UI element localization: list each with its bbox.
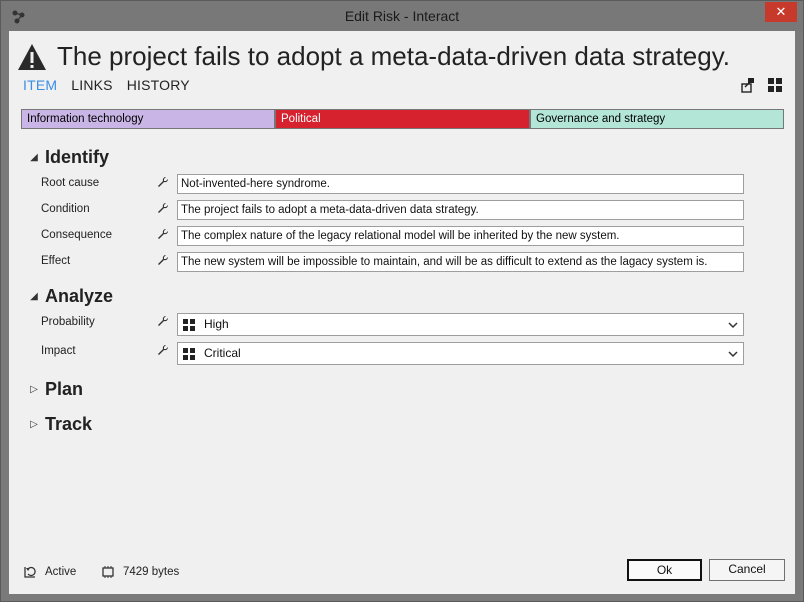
field-probability: Probability High bbox=[41, 313, 753, 336]
field-label: Effect bbox=[41, 255, 71, 267]
window-title: Edit Risk - Interact bbox=[344, 8, 460, 24]
grid-icon[interactable] bbox=[767, 77, 783, 93]
wrench-icon[interactable] bbox=[157, 344, 169, 356]
status-active: Active bbox=[23, 565, 76, 579]
ok-button[interactable]: Ok bbox=[627, 559, 702, 581]
field-label: Impact bbox=[41, 345, 76, 357]
edit-risk-window: Edit Risk - Interact ✕ The project fails… bbox=[0, 0, 804, 602]
export-icon[interactable] bbox=[739, 77, 755, 93]
probability-value: High bbox=[204, 317, 229, 331]
title-bar[interactable]: Edit Risk - Interact ✕ bbox=[1, 1, 803, 31]
field-label: Root cause bbox=[41, 177, 100, 189]
warning-icon bbox=[18, 44, 46, 70]
expand-triangle-icon: ▷ bbox=[30, 419, 38, 430]
section-title: Identify bbox=[45, 147, 110, 167]
chevron-down-icon bbox=[728, 322, 738, 329]
impact-select[interactable]: Critical bbox=[177, 342, 744, 365]
section-track[interactable]: ▷ Track bbox=[27, 414, 92, 435]
wrench-icon[interactable] bbox=[157, 315, 169, 327]
item-header: The project fails to adopt a meta-data-d… bbox=[9, 39, 795, 75]
category-governance-and-strategy[interactable]: Governance and strategy bbox=[530, 109, 784, 129]
wrench-icon[interactable] bbox=[157, 176, 169, 188]
field-effect: Effect The new system will be impossible… bbox=[41, 252, 753, 272]
consequence-input[interactable]: The complex nature of the legacy relatio… bbox=[177, 226, 744, 246]
category-political[interactable]: Political bbox=[275, 109, 530, 129]
chevron-down-icon bbox=[728, 351, 738, 358]
field-condition: Condition The project fails to adopt a m… bbox=[41, 200, 753, 220]
header-actions bbox=[739, 77, 783, 93]
root-cause-input[interactable]: Not-invented-here syndrome. bbox=[177, 174, 744, 194]
cancel-button[interactable]: Cancel bbox=[709, 559, 785, 581]
field-root-cause: Root cause Not-invented-here syndrome. bbox=[41, 174, 753, 194]
condition-input[interactable]: The project fails to adopt a meta-data-d… bbox=[177, 200, 744, 220]
wrench-icon[interactable] bbox=[157, 202, 169, 214]
impact-value: Critical bbox=[204, 346, 241, 360]
section-analyze[interactable]: ◢ Analyze bbox=[27, 286, 113, 307]
dialog-content: The project fails to adopt a meta-data-d… bbox=[9, 31, 795, 594]
status-size: 7429 bytes bbox=[101, 565, 179, 579]
wrench-icon[interactable] bbox=[157, 228, 169, 240]
section-title: Plan bbox=[45, 379, 84, 399]
tab-history[interactable]: HISTORY bbox=[127, 77, 190, 93]
field-impact: Impact Critical bbox=[41, 342, 753, 365]
size-text: 7429 bytes bbox=[123, 566, 180, 578]
category-bar: Information technology Political Governa… bbox=[21, 109, 784, 129]
grid-icon bbox=[183, 319, 195, 331]
lifecycle-icon bbox=[24, 566, 36, 578]
field-consequence: Consequence The complex nature of the le… bbox=[41, 226, 753, 246]
collapse-triangle-icon: ◢ bbox=[30, 291, 38, 302]
field-label: Probability bbox=[41, 316, 95, 328]
page-title: The project fails to adopt a meta-data-d… bbox=[57, 41, 730, 71]
section-title: Track bbox=[45, 414, 93, 434]
collapse-triangle-icon: ◢ bbox=[30, 152, 38, 163]
tab-links[interactable]: LINKS bbox=[71, 77, 112, 93]
section-identify[interactable]: ◢ Identify bbox=[27, 147, 109, 168]
probability-select[interactable]: High bbox=[177, 313, 744, 336]
wrench-icon[interactable] bbox=[157, 254, 169, 266]
close-button[interactable]: ✕ bbox=[765, 2, 797, 22]
tab-strip: ITEM LINKS HISTORY bbox=[23, 77, 190, 93]
category-information-technology[interactable]: Information technology bbox=[21, 109, 275, 129]
effect-input[interactable]: The new system will be impossible to mai… bbox=[177, 252, 744, 272]
status-text: Active bbox=[45, 566, 77, 578]
section-plan[interactable]: ▷ Plan bbox=[27, 379, 83, 400]
section-title: Analyze bbox=[45, 286, 114, 306]
field-label: Condition bbox=[41, 203, 90, 215]
memory-chip-icon bbox=[102, 566, 114, 578]
grid-icon bbox=[183, 348, 195, 360]
expand-triangle-icon: ▷ bbox=[30, 384, 38, 395]
field-label: Consequence bbox=[41, 229, 112, 241]
tab-item[interactable]: ITEM bbox=[23, 77, 57, 93]
